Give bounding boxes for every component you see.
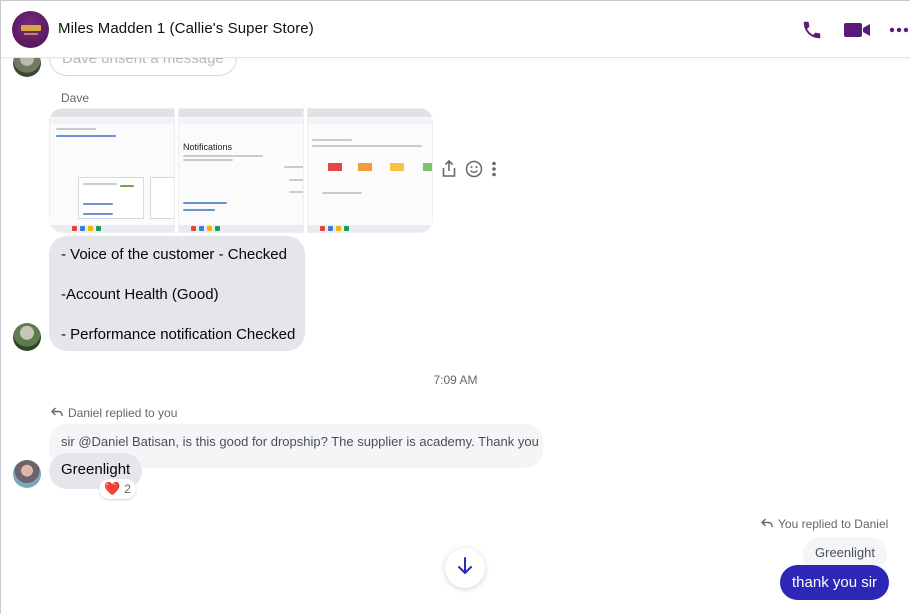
avatar[interactable] bbox=[13, 460, 41, 488]
reply-arrow-icon bbox=[761, 517, 773, 531]
reply-note: You replied to Daniel bbox=[761, 517, 888, 531]
thumbnail-caption: Notifications bbox=[183, 142, 233, 152]
chat-window: Miles Madden 1 (Callie's Super Store) Da… bbox=[0, 0, 910, 614]
my-message-bubble[interactable]: thank you sir bbox=[780, 565, 890, 600]
share-icon[interactable] bbox=[441, 159, 457, 183]
unsent-message: Dave unsent a message bbox=[49, 58, 237, 76]
reply-arrow-icon bbox=[51, 406, 63, 420]
message-line: -Account Health (Good) bbox=[61, 286, 219, 303]
arrow-down-icon bbox=[457, 556, 473, 580]
more-icon[interactable] bbox=[887, 18, 910, 42]
chat-title[interactable]: Miles Madden 1 (Callie's Super Store) bbox=[58, 20, 314, 37]
scroll-to-bottom-button[interactable] bbox=[445, 548, 485, 588]
reaction-badge[interactable]: ❤️ 2 bbox=[99, 479, 136, 499]
avatar[interactable] bbox=[13, 323, 41, 351]
message-bubble[interactable]: - Voice of the customer - Checked -Accou… bbox=[49, 236, 305, 351]
image-thumbnail[interactable] bbox=[49, 108, 175, 233]
phone-icon[interactable] bbox=[800, 18, 824, 42]
image-thumbnail[interactable]: Notifications bbox=[178, 108, 304, 233]
sender-name: Dave bbox=[61, 91, 90, 105]
group-avatar[interactable] bbox=[12, 11, 49, 48]
video-icon[interactable] bbox=[843, 18, 871, 42]
reply-note: Daniel replied to you bbox=[51, 406, 177, 420]
avatar[interactable] bbox=[13, 58, 41, 77]
reaction-count: 2 bbox=[124, 482, 131, 496]
chat-header: Miles Madden 1 (Callie's Super Store) bbox=[1, 1, 910, 58]
message-stream[interactable]: Dave unsent a message Dave Notifications… bbox=[1, 58, 910, 614]
message-actions bbox=[441, 159, 497, 183]
message-line: - Voice of the customer - Checked bbox=[61, 246, 287, 263]
image-attachments: Notifications bbox=[49, 108, 433, 233]
image-thumbnail[interactable] bbox=[307, 108, 433, 233]
more-options-icon[interactable] bbox=[491, 161, 497, 182]
heart-icon: ❤️ bbox=[104, 481, 121, 496]
timestamp: 7:09 AM bbox=[433, 373, 478, 387]
react-icon[interactable] bbox=[465, 160, 483, 183]
message-line: - Performance notification Checked bbox=[61, 326, 296, 343]
